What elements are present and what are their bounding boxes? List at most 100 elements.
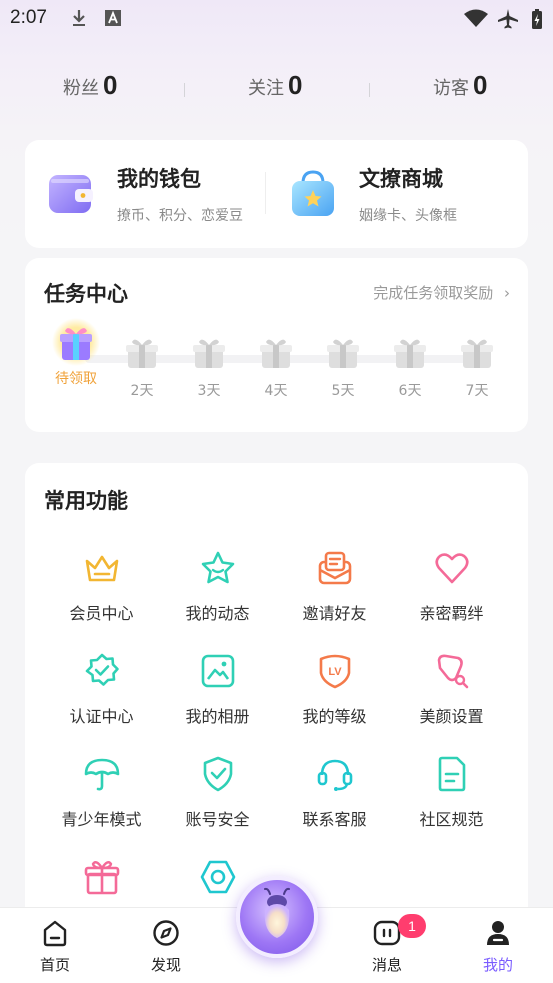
- nav-label: 发现: [150, 956, 181, 974]
- beauty-icon: [437, 654, 468, 689]
- func-label: 我的等级: [302, 707, 367, 726]
- keyboard-a-icon: [105, 10, 121, 26]
- nav-discover[interactable]: 发现: [126, 918, 206, 975]
- envelope-icon: [318, 551, 351, 585]
- func-label: 邀请好友: [302, 604, 367, 623]
- func-label: 会员中心: [69, 604, 134, 623]
- wallet-icon: [49, 175, 93, 213]
- star-icon: [201, 551, 234, 584]
- task-day-5[interactable]: 5天: [313, 336, 373, 400]
- func-label: 社区规范: [419, 810, 484, 829]
- wallet-title: 我的钱包: [117, 167, 201, 191]
- func-label: 美颜设置: [419, 707, 484, 726]
- func-my-level[interactable]: LV 我的等级: [272, 651, 397, 727]
- mall-subtitle: 姻缘卡、头像框: [359, 208, 457, 224]
- lantern-icon: [264, 887, 290, 938]
- func-gift[interactable]: [39, 857, 164, 909]
- func-my-posts[interactable]: 我的动态: [155, 548, 280, 624]
- func-verification[interactable]: 认证中心: [39, 651, 164, 727]
- task-day-label: 3天: [197, 383, 221, 399]
- gift-glow-icon: [52, 318, 100, 366]
- nav-me[interactable]: 我的: [458, 918, 538, 975]
- verified-badge-icon: [85, 653, 119, 686]
- func-intimate-bond[interactable]: 亲密羁绊: [389, 548, 514, 624]
- photo-icon: [201, 654, 234, 688]
- task-day-6[interactable]: 6天: [380, 336, 440, 400]
- stat-value: 0: [103, 70, 118, 100]
- stat-visitors[interactable]: 访客 0: [433, 70, 487, 114]
- func-teen-mode[interactable]: 青少年模式: [39, 754, 164, 830]
- stats-row: 粉丝 0 关注 0 访客 0: [0, 70, 553, 114]
- download-icon: [73, 10, 85, 26]
- func-label: 青少年模式: [61, 810, 142, 829]
- func-label: 亲密羁绊: [419, 604, 484, 623]
- stat-label: 访客: [433, 78, 469, 99]
- nav-label: 消息: [371, 956, 402, 974]
- task-day-label: 待领取: [55, 371, 97, 387]
- task-day-4[interactable]: 4天: [246, 336, 306, 400]
- wifi-icon: [464, 9, 488, 27]
- headset-icon: [317, 759, 352, 791]
- settings-hexagon-icon: [200, 860, 235, 894]
- mall-title: 文撩商城: [359, 167, 443, 191]
- lv-shield-icon: LV: [319, 654, 350, 689]
- task-day-3[interactable]: 3天: [179, 336, 239, 400]
- functions-title: 常用功能: [44, 489, 128, 513]
- divider: [369, 83, 370, 97]
- task-day-label: 4天: [264, 383, 288, 399]
- divider: [184, 83, 185, 97]
- gift-icon: [327, 339, 359, 368]
- func-label: 账号安全: [185, 810, 250, 829]
- message-badge: 1: [398, 914, 426, 938]
- nav-home[interactable]: 首页: [15, 918, 95, 975]
- wallet-entry[interactable]: 我的钱包 撩币、积分、恋爱豆: [47, 140, 262, 248]
- home-icon: [43, 920, 67, 947]
- gift-icon: [260, 339, 292, 368]
- stat-label: 关注: [248, 78, 284, 99]
- center-action-button[interactable]: [236, 876, 318, 958]
- svg-text:LV: LV: [328, 666, 342, 678]
- task-day-7[interactable]: 7天: [447, 336, 507, 400]
- divider: [265, 172, 266, 214]
- document-icon: [438, 756, 465, 792]
- functions-card: 常用功能 会员中心 我的动态 邀请好友 亲密羁绊 认证中心 我的相册 LV 我的…: [25, 463, 528, 933]
- task-center-title: 任务中心: [44, 282, 128, 306]
- func-vip-center[interactable]: 会员中心: [39, 548, 164, 624]
- shield-check-icon: [203, 756, 232, 792]
- stat-value: 0: [473, 70, 488, 100]
- func-my-album[interactable]: 我的相册: [155, 651, 280, 727]
- task-center-link[interactable]: 完成任务领取奖励 ›: [373, 282, 510, 303]
- func-community-rules[interactable]: 社区规范: [389, 754, 514, 830]
- airplane-icon: [498, 9, 518, 29]
- nav-label: 我的: [482, 956, 513, 974]
- task-center-link-label: 完成任务领取奖励: [373, 284, 494, 302]
- gift-icon: [126, 339, 158, 368]
- heart-icon: [434, 553, 469, 584]
- task-day-label: 2天: [130, 383, 154, 399]
- stat-following[interactable]: 关注 0: [248, 70, 302, 114]
- mall-entry[interactable]: 文撩商城 姻缘卡、头像框: [289, 140, 514, 248]
- crown-icon: [85, 555, 118, 582]
- user-icon: [487, 921, 509, 945]
- task-day-label: 7天: [465, 383, 489, 399]
- nav-label: 首页: [39, 956, 70, 974]
- gift-icon: [394, 339, 426, 368]
- stat-followers[interactable]: 粉丝 0: [63, 70, 117, 114]
- wallet-card: 我的钱包 撩币、积分、恋爱豆 文撩商城 姻缘卡、头像框: [25, 140, 528, 248]
- task-day-1[interactable]: 待领取: [46, 318, 106, 388]
- func-label: 我的相册: [185, 707, 250, 726]
- func-account-security[interactable]: 账号安全: [155, 754, 280, 830]
- compass-icon: [153, 920, 179, 946]
- status-time: 2:07: [10, 7, 47, 28]
- func-invite-friends[interactable]: 邀请好友: [272, 548, 397, 624]
- func-beauty-settings[interactable]: 美颜设置: [389, 651, 514, 727]
- task-day-label: 5天: [331, 383, 355, 399]
- gift-icon: [461, 339, 493, 368]
- task-day-2[interactable]: 2天: [112, 336, 172, 400]
- status-bar: 2:07: [0, 0, 553, 36]
- wallet-subtitle: 撩币、积分、恋爱豆: [117, 208, 243, 224]
- func-label: 认证中心: [69, 707, 134, 726]
- battery-charging-icon: [532, 9, 542, 29]
- func-customer-service[interactable]: 联系客服: [272, 754, 397, 830]
- func-label: 联系客服: [302, 810, 367, 829]
